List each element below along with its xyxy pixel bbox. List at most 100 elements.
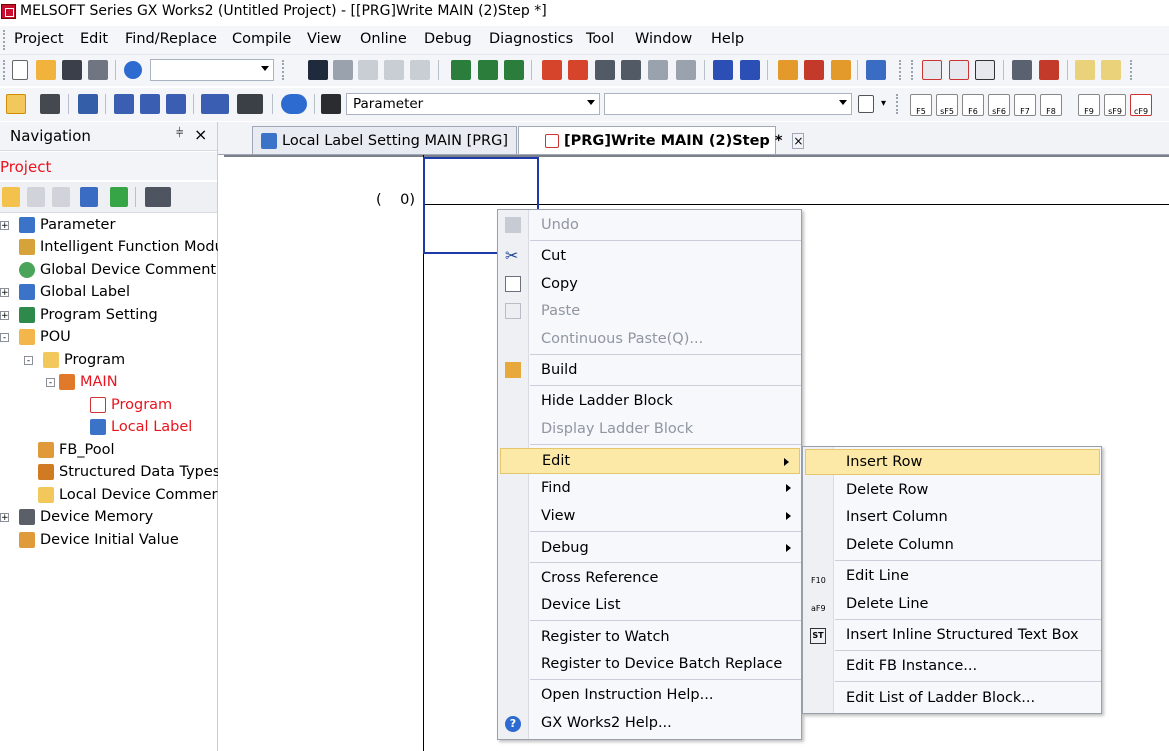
ladder-write-icon[interactable]	[975, 60, 995, 80]
tree-item-main[interactable]: - MAIN	[46, 371, 118, 393]
menu-item-insert-column[interactable]: Insert Column	[803, 504, 1101, 530]
key-f8-button[interactable]: F8	[1040, 94, 1062, 116]
device-test-icon[interactable]	[713, 60, 733, 80]
key-sf5-button[interactable]: sF5	[936, 94, 958, 116]
watch-icon[interactable]	[778, 60, 798, 80]
ladder-read-icon[interactable]	[949, 60, 969, 80]
tree-item-fb-pool[interactable]: FB_Pool	[38, 439, 115, 461]
menu-item-view[interactable]: View	[498, 503, 801, 529]
tree-item-intelligent-function-module[interactable]: Intelligent Function Modu	[0, 236, 224, 258]
tree-item-pou[interactable]: - POU	[0, 326, 71, 348]
save-icon[interactable]	[62, 60, 82, 80]
new-project-icon[interactable]	[12, 60, 28, 80]
key-f5-button[interactable]: F5	[910, 94, 932, 116]
expand-icon[interactable]: +	[0, 287, 9, 297]
module-config-icon[interactable]	[40, 94, 60, 114]
menu-item-edit-fb-instance[interactable]: Edit FB Instance...	[803, 653, 1101, 679]
device-dev3-icon[interactable]	[166, 94, 186, 114]
search-page-icon[interactable]	[858, 95, 874, 113]
monitor-start-icon[interactable]	[595, 60, 615, 80]
tab-local-label-setting[interactable]: Local Label Setting MAIN [PRG]	[252, 126, 517, 154]
tree-item-main-program[interactable]: Program	[90, 394, 172, 416]
tree-item-main-local-label[interactable]: Local Label	[90, 416, 192, 438]
monitor-stop-icon[interactable]	[621, 60, 641, 80]
collapse-icon[interactable]: -	[46, 377, 55, 387]
sampling-icon[interactable]	[831, 60, 851, 80]
tree-item-parameter[interactable]: + Parameter	[0, 214, 115, 236]
close-icon[interactable]: ×	[194, 125, 207, 144]
diagnostics-icon[interactable]	[866, 60, 886, 80]
project-view-icon[interactable]	[6, 94, 26, 114]
tree-item-device-memory[interactable]: + Device Memory	[0, 506, 153, 528]
convert-online-icon[interactable]	[504, 60, 524, 80]
tree-item-structured-data-types[interactable]: Structured Data Types	[38, 461, 220, 483]
write-plc-icon[interactable]	[542, 60, 562, 80]
device-dev2-icon[interactable]	[140, 94, 160, 114]
copy-data-icon[interactable]	[27, 187, 45, 207]
menu-item-delete-row[interactable]: Delete Row	[803, 477, 1101, 503]
read-plc-icon[interactable]	[568, 60, 588, 80]
collapse-icon[interactable]: -	[0, 332, 9, 342]
copy-icon[interactable]	[333, 60, 353, 80]
key-f6-button[interactable]: F6	[962, 94, 984, 116]
key-f7-button[interactable]: F7	[1014, 94, 1036, 116]
menu-item-cross-reference[interactable]: Cross Reference	[498, 565, 801, 591]
find-icon[interactable]	[1012, 60, 1032, 80]
menu-item-device-list[interactable]: Device List	[498, 592, 801, 618]
menu-item-insert-row[interactable]: Insert Row	[805, 449, 1100, 475]
new-data-icon[interactable]	[2, 187, 20, 207]
sort-icon[interactable]	[145, 187, 171, 207]
print-icon[interactable]	[88, 60, 108, 80]
menu-item-insert-inline-structured-text-box[interactable]: ST Insert Inline Structured Text Box	[803, 622, 1101, 648]
menu-item-open-instruction-help[interactable]: Open Instruction Help...	[498, 682, 801, 708]
menu-compile[interactable]: Compile	[232, 31, 291, 47]
cut-icon[interactable]	[308, 60, 328, 80]
menu-item-hide-ladder-block[interactable]: Hide Ladder Block	[498, 388, 801, 414]
toolbar-combo-1[interactable]	[150, 59, 274, 81]
ladder-edit-icon[interactable]	[922, 60, 942, 80]
undo-icon[interactable]	[384, 60, 404, 80]
key-f9-button[interactable]: F9	[1078, 94, 1100, 116]
menu-item-continuous-paste[interactable]: Continuous Paste(Q)...	[498, 326, 801, 352]
list-view-icon[interactable]	[78, 94, 98, 114]
ladder-symbol2-icon[interactable]	[1101, 60, 1121, 80]
menu-item-register-to-device-batch-replace[interactable]: Register to Device Batch Replace	[498, 651, 801, 677]
menu-item-edit[interactable]: Edit	[500, 448, 800, 474]
menu-item-register-to-watch[interactable]: Register to Watch	[498, 624, 801, 650]
convert-all-icon[interactable]	[478, 60, 498, 80]
debug-icon[interactable]	[804, 60, 824, 80]
menu-debug[interactable]: Debug	[424, 31, 472, 47]
property-icon[interactable]	[80, 187, 98, 207]
open-project-icon[interactable]	[36, 60, 56, 80]
key-cf9-button[interactable]: cF9	[1130, 94, 1152, 116]
menu-item-edit-list-of-ladder-block[interactable]: Edit List of Ladder Block...	[803, 685, 1101, 711]
monitor-write-icon[interactable]	[648, 60, 668, 80]
collapse-icon[interactable]: -	[24, 355, 33, 365]
device-view-icon[interactable]	[201, 94, 229, 114]
menu-item-copy[interactable]: Copy	[498, 271, 801, 297]
device-batch-icon[interactable]	[740, 60, 760, 80]
menu-item-cut[interactable]: ✂ Cut	[498, 243, 801, 269]
menu-view[interactable]: View	[307, 31, 341, 47]
menu-find-replace[interactable]: Find/Replace	[125, 31, 217, 47]
find-device-icon[interactable]	[237, 94, 263, 114]
menu-item-build[interactable]: Build	[498, 357, 801, 383]
expand-icon[interactable]: +	[0, 220, 9, 230]
pin-icon[interactable]: ⫩	[176, 126, 183, 141]
tree-item-local-device-comment[interactable]: Local Device Commer	[38, 484, 218, 506]
menu-edit[interactable]: Edit	[80, 31, 108, 47]
menu-project[interactable]: Project	[14, 31, 64, 47]
close-tab-icon[interactable]: ×	[792, 132, 805, 149]
binoculars-icon[interactable]	[321, 94, 341, 114]
menu-item-undo[interactable]: Undo	[498, 212, 801, 238]
help-icon[interactable]	[124, 61, 142, 79]
menu-item-debug[interactable]: Debug	[498, 535, 801, 561]
search-text-combo[interactable]	[604, 93, 852, 115]
menu-diagnostics[interactable]: Diagnostics	[489, 31, 573, 47]
cross-ref-icon[interactable]	[1039, 60, 1059, 80]
device-dev-icon[interactable]	[114, 94, 134, 114]
help-search-icon[interactable]	[281, 94, 307, 114]
tree-item-program-setting[interactable]: + Program Setting	[0, 304, 158, 326]
menu-item-display-ladder-block[interactable]: Display Ladder Block	[498, 416, 801, 442]
expand-icon[interactable]: +	[0, 310, 9, 320]
